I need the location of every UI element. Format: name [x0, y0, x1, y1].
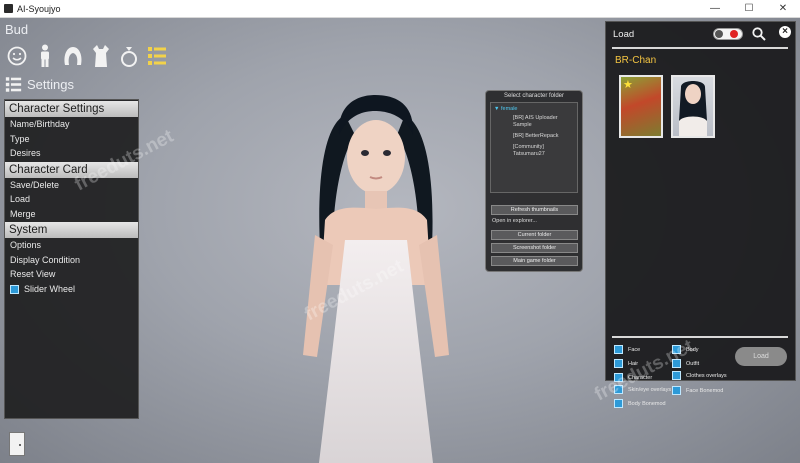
list-icon[interactable]: [146, 42, 168, 70]
refresh-thumbnails-button[interactable]: Refresh thumbnails: [491, 205, 578, 215]
card-folder-name: BR-Chan: [615, 55, 657, 66]
body-icon[interactable]: [34, 42, 56, 70]
menu-reset-view[interactable]: Reset View: [5, 267, 138, 282]
mode-label: Bud: [5, 22, 29, 37]
minimize-button[interactable]: —: [698, 0, 732, 17]
section-character-settings: Character Settings: [5, 101, 138, 117]
menu-options[interactable]: Options: [5, 238, 138, 253]
star-icon: ★: [623, 79, 633, 91]
menu-save-delete[interactable]: Save/Delete: [5, 178, 138, 193]
maximize-button[interactable]: ☐: [732, 0, 766, 17]
open-in-explorer-link[interactable]: Open in explorer...: [492, 218, 537, 224]
app-icon: [4, 4, 13, 13]
smile-icon[interactable]: [6, 42, 28, 70]
folder-tree: ▼ female [BR] AIS Uploader Sample [BR] B…: [490, 102, 578, 193]
menu-display-condition[interactable]: Display Condition: [5, 253, 138, 268]
section-system: System: [5, 222, 138, 238]
toggle-indicator: [730, 30, 738, 38]
menu-name-birthday[interactable]: Name/Birthday: [5, 117, 138, 132]
load-button[interactable]: Load: [735, 347, 787, 366]
sort-toggle[interactable]: [713, 28, 743, 40]
folder-dialog-title: Select character folder: [503, 93, 565, 99]
option-face-bonemod[interactable]: Face Bonemod: [672, 386, 723, 395]
checkbox[interactable]: [614, 399, 623, 408]
screenshot-folder-button[interactable]: Screenshot folder: [491, 243, 578, 253]
tree-item-betterrepack[interactable]: [BR] BetterRepack: [491, 131, 577, 142]
option-clothes-overlays[interactable]: Clothes overlays: [672, 371, 732, 380]
divider-top: [612, 47, 788, 49]
settings-header: Settings: [5, 76, 74, 93]
search-icon[interactable]: [752, 27, 766, 46]
load-panel: Load × BR-Chan ★ Face Body Hair Outfit C…: [605, 21, 796, 408]
character-card-thumbnail[interactable]: [671, 75, 715, 138]
toggle-knob: [715, 30, 723, 38]
slider-wheel-label: Slider Wheel: [24, 284, 76, 294]
tree-item-ais-uploader[interactable]: [BR] AIS Uploader Sample: [491, 113, 577, 131]
checkbox[interactable]: [672, 371, 681, 380]
menu-load[interactable]: Load: [5, 192, 138, 207]
close-icon[interactable]: ×: [779, 26, 791, 38]
load-panel-title: Load: [613, 29, 635, 40]
tree-item-female[interactable]: ▼ female: [491, 103, 577, 113]
slider-wheel-checkbox[interactable]: [10, 284, 19, 294]
character-card-thumbnail[interactable]: ★: [619, 75, 663, 138]
tree-expand-icon: ▼: [494, 106, 501, 112]
settings-menu: Character Settings Name/Birthday Type De…: [4, 99, 139, 419]
folder-select-dialog: Select character folder ▼ female [BR] AI…: [485, 90, 583, 272]
exit-door-icon[interactable]: [9, 432, 25, 456]
main-game-folder-button[interactable]: Main game folder: [491, 256, 578, 266]
menu-type[interactable]: Type: [5, 132, 138, 147]
category-icon-bar: [6, 42, 168, 70]
settings-label: Settings: [27, 77, 74, 92]
close-button[interactable]: ✕: [766, 0, 800, 17]
divider-bottom: [612, 336, 788, 338]
menu-merge[interactable]: Merge: [5, 207, 138, 222]
slider-wheel-toggle[interactable]: Slider Wheel: [5, 282, 138, 297]
outfit-icon[interactable]: [90, 42, 112, 70]
option-body-bonemod[interactable]: Body Bonemod: [614, 399, 666, 408]
hair-icon[interactable]: [62, 42, 84, 70]
checkbox[interactable]: [614, 359, 623, 368]
ring-icon[interactable]: [118, 42, 140, 70]
card-portrait: [679, 81, 707, 136]
current-folder-button[interactable]: Current folder: [491, 230, 578, 240]
title-bar: AI-Syoujyo — ☐ ✕: [0, 0, 800, 18]
window-title: AI-Syoujyo: [17, 3, 61, 14]
tree-item-tatsumaru[interactable]: [Community] Tatsumaru27: [491, 142, 577, 160]
option-face[interactable]: Face: [614, 345, 640, 354]
checkbox[interactable]: [614, 345, 623, 354]
checkbox[interactable]: [672, 386, 681, 395]
settings-list-icon: [5, 77, 22, 92]
